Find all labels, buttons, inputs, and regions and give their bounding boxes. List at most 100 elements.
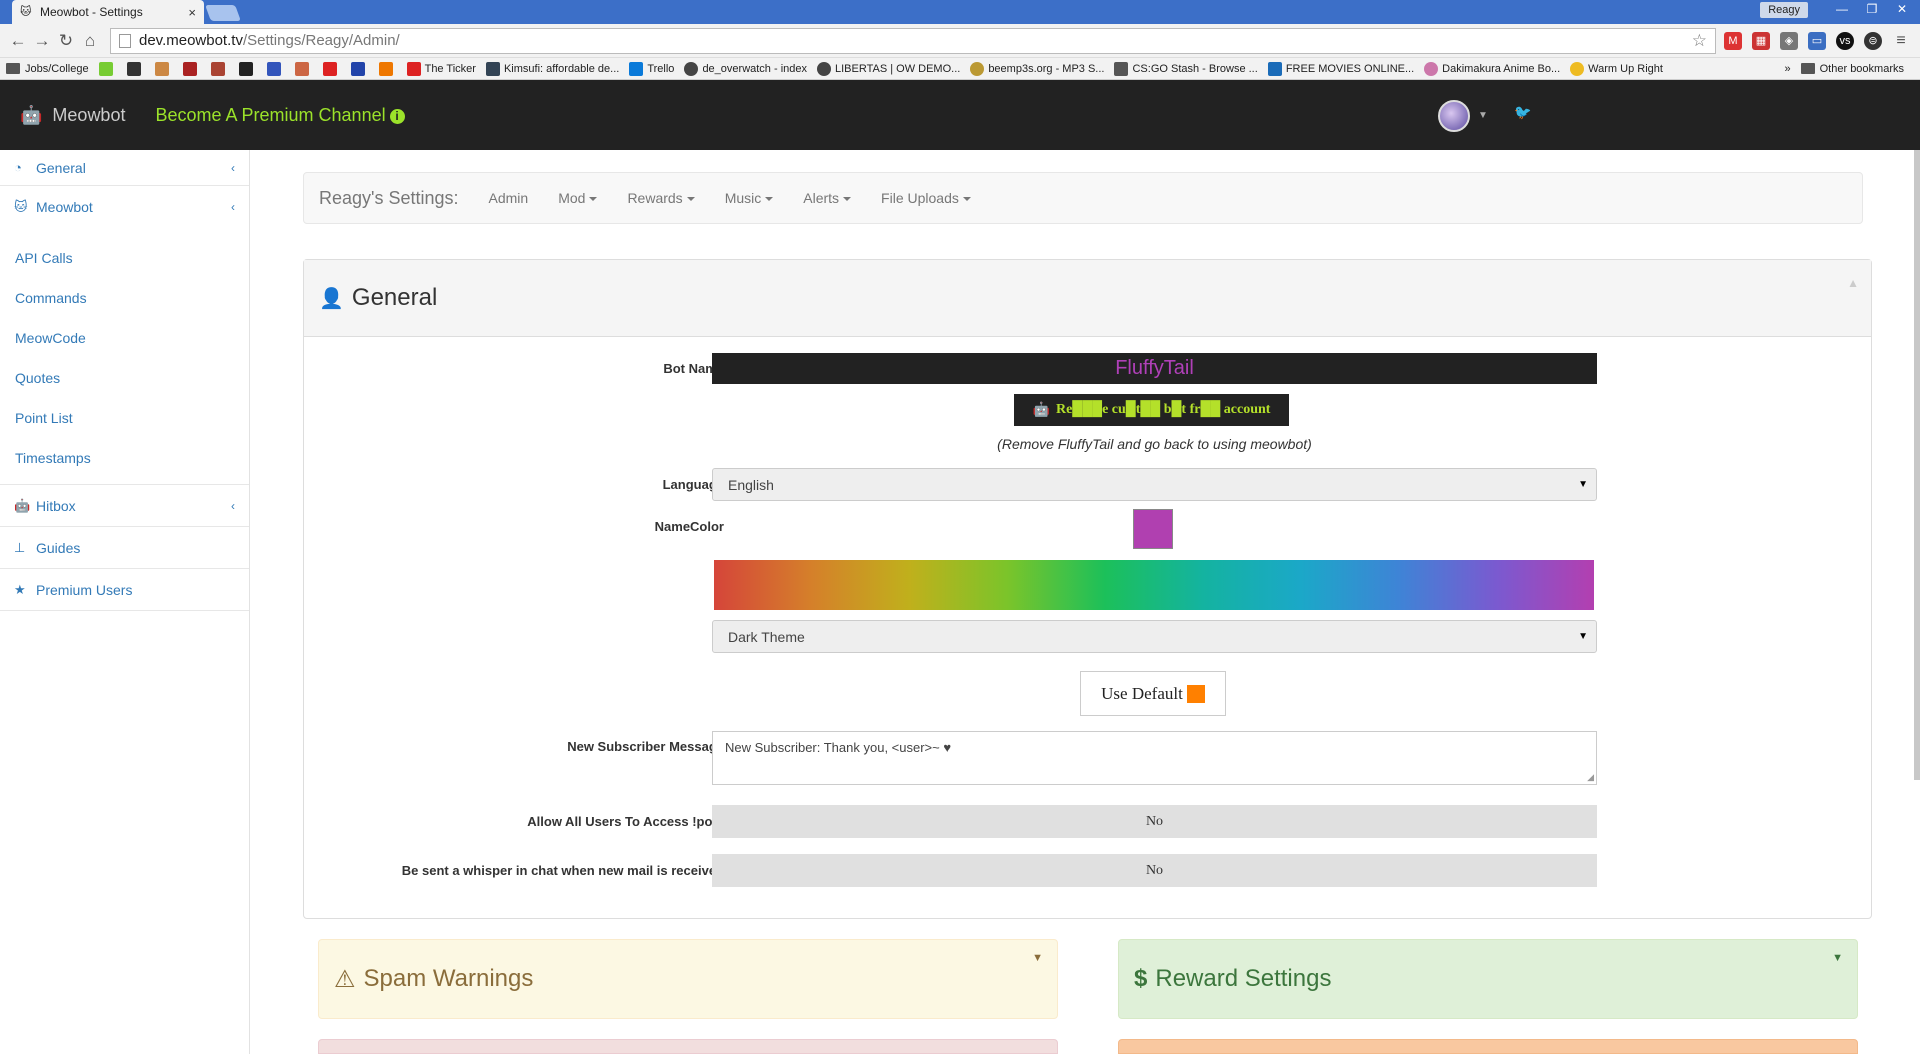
sitemap-icon: ⊥ — [14, 539, 26, 555]
browser-tab[interactable]: 🐱 Meowbot - Settings × — [12, 0, 204, 24]
language-select[interactable]: English ▼ — [712, 468, 1597, 501]
chevron-left-icon: ‹ — [231, 498, 235, 513]
allow-post-label: Allow All Users To Access !post — [527, 814, 724, 829]
page-scrollbar[interactable] — [1914, 150, 1920, 780]
dollar-icon: $ — [1134, 965, 1148, 992]
address-bar[interactable]: dev.meowbot.tv/Settings/Reagy/Admin/ ☆ — [110, 27, 1716, 54]
nav-rewards[interactable]: Rewards — [627, 190, 695, 206]
sidebar-item-meowcode[interactable]: MeowCode — [0, 318, 249, 358]
back-icon[interactable]: ← — [6, 31, 30, 51]
bookmark[interactable]: FREE MOVIES ONLINE... — [1267, 61, 1414, 76]
android-icon: 🤖 — [20, 104, 43, 125]
twitter-icon[interactable]: 🐦 — [1514, 104, 1531, 121]
reward-settings-title: Reward Settings — [1155, 965, 1332, 992]
sidebar-item-quotes[interactable]: Quotes — [0, 358, 249, 398]
info-icon: i — [389, 108, 405, 124]
bookmark[interactable]: Dakimakura Anime Bo... — [1424, 61, 1560, 76]
tab-title: Meowbot - Settings — [40, 5, 143, 19]
android-icon: 🤖 — [14, 497, 31, 513]
panel-strip — [1118, 1039, 1858, 1054]
bookmark-star-icon[interactable]: ☆ — [1692, 31, 1707, 51]
nav-music[interactable]: Music — [725, 190, 774, 206]
sidebar-item-guides[interactable]: ⊥ Guides — [0, 527, 249, 569]
bookmark[interactable]: Trello — [629, 61, 674, 76]
new-subscriber-label: New Subscriber Message — [567, 739, 724, 754]
user-icon: 👤 — [319, 287, 344, 310]
caret-down-icon — [686, 197, 695, 202]
resize-grip-icon[interactable]: ◢ — [1587, 772, 1594, 783]
theme-select[interactable]: Dark Theme ▼ — [712, 620, 1597, 653]
minimize-icon[interactable]: — — [1830, 0, 1854, 18]
bookmark[interactable]: beemp3s.org - MP3 S... — [970, 61, 1104, 76]
brand-name: Meowbot — [52, 104, 126, 125]
extension-icon[interactable]: ⊜ — [1864, 31, 1882, 50]
sidebar-item-api-calls[interactable]: API Calls — [0, 238, 249, 278]
allow-post-toggle[interactable]: No — [712, 805, 1597, 838]
nav-file-uploads[interactable]: File Uploads — [881, 190, 971, 206]
bookmark[interactable]: CS:GO Stash - Browse ... — [1114, 61, 1258, 76]
more-bookmarks-icon[interactable]: » — [1785, 63, 1791, 75]
menu-icon[interactable]: ≡ — [1892, 32, 1910, 50]
caret-down-icon — [962, 197, 971, 202]
sidebar-item-premium-users[interactable]: ★ Premium Users — [0, 569, 249, 611]
sidebar-item-general[interactable]: ◔ General ‹ — [0, 150, 249, 186]
color-spectrum-picker[interactable] — [714, 560, 1594, 610]
sidebar-item-timestamps[interactable]: Timestamps — [0, 438, 249, 478]
reward-settings-panel[interactable]: $ Reward Settings ▼ — [1118, 939, 1858, 1019]
chevron-down-icon[interactable]: ▼ — [1832, 952, 1843, 964]
bookmark[interactable]: Warm Up Right — [1570, 61, 1663, 76]
bookmark[interactable]: de_overwatch - index — [684, 61, 807, 76]
dropdown-arrow-icon: ▼ — [1578, 631, 1588, 642]
bookmark[interactable]: The Ticker — [406, 61, 476, 76]
use-default-button[interactable]: Use Default — [1080, 671, 1226, 716]
chevron-left-icon: ‹ — [231, 200, 235, 214]
color-swatch[interactable] — [1133, 509, 1173, 549]
avatar[interactable] — [1438, 100, 1470, 132]
tab-close-icon[interactable]: × — [188, 5, 196, 20]
restore-icon[interactable]: ❐ — [1860, 0, 1884, 18]
sidebar-item-commands[interactable]: Commands — [0, 278, 249, 318]
whisper-toggle[interactable]: No — [712, 854, 1597, 887]
bookmark-folder[interactable]: Jobs/College — [6, 63, 89, 75]
bookmark[interactable]: Kimsufi: affordable de... — [485, 61, 619, 76]
browser-user-badge[interactable]: Reagy — [1760, 2, 1808, 18]
chevron-down-icon[interactable]: ▼ — [1478, 110, 1488, 121]
remove-custom-bot-button[interactable]: 🤖 Re███e cu█t██ b█t fr██ account — [1014, 394, 1289, 426]
sidebar-item-point-list[interactable]: Point List — [0, 398, 249, 438]
nav-mod[interactable]: Mod — [558, 190, 598, 206]
brand-link[interactable]: 🤖 Meowbot — [20, 105, 125, 126]
new-subscriber-message-input[interactable]: New Subscriber: Thank you, <user>~ ♥ ◢ — [712, 731, 1597, 785]
other-bookmarks[interactable]: Other bookmarks — [1800, 63, 1904, 75]
browser-titlebar: 🐱 Meowbot - Settings × Reagy — ❐ ✕ — [0, 0, 1920, 24]
whisper-label: Be sent a whisper in chat when new mail … — [401, 863, 724, 878]
vs-extension-icon[interactable]: vs — [1836, 31, 1854, 50]
settings-title: Reagy's Settings: — [319, 187, 459, 208]
main-area: ◔ General ‹ 🐱 Meowbot ‹ API Calls Comman… — [0, 150, 1920, 1054]
bookmark[interactable]: LIBERTAS | OW DEMO... — [817, 61, 960, 76]
home-icon[interactable]: ⌂ — [78, 31, 102, 51]
nav-admin[interactable]: Admin — [489, 190, 529, 206]
android-icon: 🤖 — [1032, 402, 1050, 418]
sidebar-item-meowbot[interactable]: 🐱 Meowbot ‹ — [0, 186, 249, 228]
namecolor-label: NameColor — [654, 519, 724, 534]
chevron-left-icon: ‹ — [231, 160, 235, 175]
bot-name-field[interactable]: FluffyTail — [712, 353, 1597, 384]
caret-down-icon — [765, 197, 774, 202]
meowbot-submenu: API Calls Commands MeowCode Quotes Point… — [0, 228, 249, 485]
collapse-up-icon[interactable]: ▲ — [1847, 276, 1859, 290]
shield-extension-icon[interactable]: ◈ — [1780, 31, 1798, 50]
sidebar-item-hitbox[interactable]: 🤖 Hitbox ‹ — [0, 485, 249, 527]
new-tab-button[interactable] — [205, 5, 241, 21]
nav-alerts[interactable]: Alerts — [803, 190, 852, 206]
panel-heading[interactable]: 👤 General ▲ — [304, 260, 1871, 337]
chevron-down-icon[interactable]: ▼ — [1032, 952, 1043, 964]
premium-link[interactable]: Become A Premium Channel i — [155, 105, 405, 126]
forward-icon[interactable]: → — [30, 31, 54, 51]
gmail-extension-icon[interactable]: M — [1724, 31, 1742, 50]
spam-warnings-panel[interactable]: ⚠ Spam Warnings ▼ — [318, 939, 1058, 1019]
dropdown-arrow-icon: ▼ — [1578, 479, 1588, 490]
extension-icon[interactable]: ▦ — [1752, 31, 1770, 50]
screen-extension-icon[interactable]: ▭ — [1808, 31, 1826, 50]
close-window-icon[interactable]: ✕ — [1890, 0, 1914, 18]
reload-icon[interactable]: ↻ — [54, 31, 78, 51]
